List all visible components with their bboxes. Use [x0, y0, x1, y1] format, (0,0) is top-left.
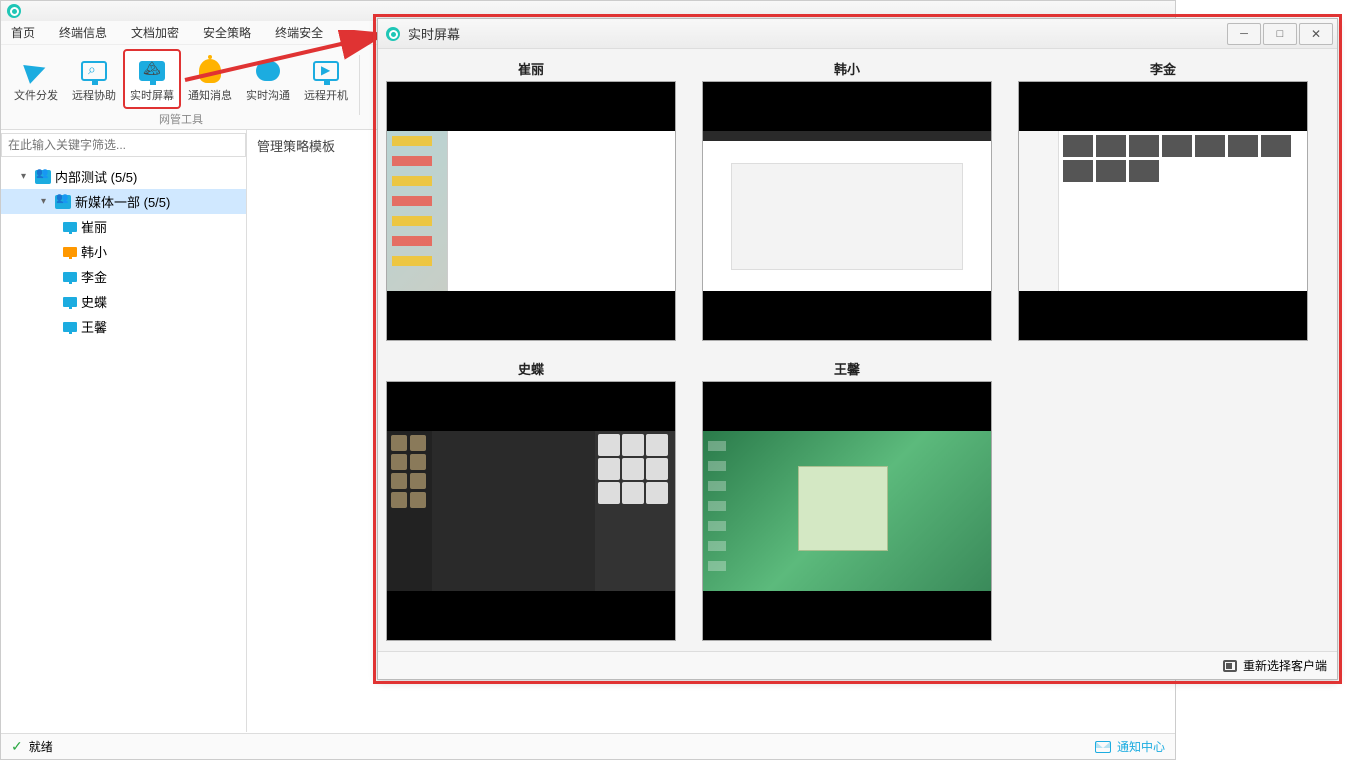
- tree-user-label: 李金: [81, 267, 107, 286]
- toolbar-notify[interactable]: 通知消息: [181, 49, 239, 109]
- pc-icon: [63, 272, 77, 282]
- screen-label: 王馨: [702, 359, 992, 378]
- pc-icon: [63, 222, 77, 232]
- close-button[interactable]: ✕: [1299, 23, 1333, 45]
- sidebar: ▾ 内部测试 (5/5) ▾ 新媒体一部 (5/5) 崔丽 韩小: [1, 130, 247, 732]
- toolbar-remote-assist[interactable]: 远程协助: [65, 49, 123, 109]
- app-logo-icon: [386, 27, 400, 41]
- tree-user-label: 史蝶: [81, 292, 107, 311]
- notification-center-button[interactable]: 通知中心: [1095, 738, 1165, 755]
- toolbar-group: 文件分发 远程协助 实时屏幕 通知消息 实时沟通: [7, 49, 355, 129]
- check-icon: ✓: [11, 738, 23, 755]
- realtime-screen-window: 实时屏幕 ─ □ ✕ 崔丽 韩小 李金: [377, 18, 1338, 680]
- popup-titlebar[interactable]: 实时屏幕 ─ □ ✕: [378, 19, 1337, 49]
- screen-cell-lijin[interactable]: 李金: [1018, 59, 1308, 341]
- toolbar-label-notify: 通知消息: [188, 87, 232, 103]
- screens-grid: 崔丽 韩小 李金 史蝶: [378, 49, 1337, 649]
- menu-security-policy[interactable]: 安全策略: [203, 24, 251, 41]
- app-logo-icon: [7, 4, 21, 18]
- menu-home[interactable]: 首页: [11, 24, 35, 41]
- chat-icon: [256, 61, 280, 81]
- toolbar-group-label: 网管工具: [7, 109, 355, 129]
- group-icon: [35, 170, 51, 184]
- tree-user-label: 王馨: [81, 317, 107, 336]
- filter-input[interactable]: [1, 133, 246, 157]
- toolbar-label-remote: 远程协助: [72, 87, 116, 103]
- toolbar-label-chat: 实时沟通: [246, 87, 290, 103]
- tree-user-label: 崔丽: [81, 217, 107, 236]
- menu-terminal-security[interactable]: 终端安全: [275, 24, 323, 41]
- toolbar-file-distribute[interactable]: 文件分发: [7, 49, 65, 109]
- tree: ▾ 内部测试 (5/5) ▾ 新媒体一部 (5/5) 崔丽 韩小: [1, 160, 246, 343]
- toolbar-label-power: 远程开机: [304, 87, 348, 103]
- tree-user-label: 韩小: [81, 242, 107, 261]
- toolbar-label-file: 文件分发: [14, 87, 58, 103]
- popup-footer: 重新选择客户端: [378, 651, 1337, 679]
- toolbar-realtime-screen[interactable]: 实时屏幕: [123, 49, 181, 109]
- chevron-down-icon[interactable]: ▾: [41, 196, 51, 207]
- pc-icon: [63, 297, 77, 307]
- pc-icon: [63, 322, 77, 332]
- plane-icon: [23, 58, 49, 84]
- group-icon: [55, 195, 71, 209]
- window-controls: ─ □ ✕: [1225, 23, 1333, 45]
- notification-label: 通知中心: [1117, 738, 1165, 755]
- screen-cell-shidie[interactable]: 史蝶: [386, 359, 676, 641]
- tree-root-label: 内部测试 (5/5): [55, 167, 137, 186]
- toolbar-chat[interactable]: 实时沟通: [239, 49, 297, 109]
- chevron-down-icon[interactable]: ▾: [21, 171, 31, 182]
- minimize-button[interactable]: ─: [1227, 23, 1261, 45]
- screen-label: 史蝶: [386, 359, 676, 378]
- mail-icon: [1095, 741, 1111, 753]
- popup-title: 实时屏幕: [408, 24, 460, 43]
- screen-thumbnail[interactable]: [386, 381, 676, 641]
- bell-icon: [199, 59, 221, 83]
- statusbar: ✓ 就绪 通知中心: [1, 733, 1175, 759]
- screen-thumbnail[interactable]: [1018, 81, 1308, 341]
- screen-label: 崔丽: [386, 59, 676, 78]
- screen-thumbnail[interactable]: [702, 381, 992, 641]
- tree-group-media[interactable]: ▾ 新媒体一部 (5/5): [1, 189, 246, 214]
- screen-cell-hanxiao[interactable]: 韩小: [702, 59, 992, 341]
- toolbar-label-screen: 实时屏幕: [130, 87, 174, 103]
- reselect-clients-button[interactable]: 重新选择客户端: [1243, 657, 1327, 674]
- screen-cell-wangxin[interactable]: 王馨: [702, 359, 992, 641]
- monitor-image-icon: [139, 61, 165, 81]
- screen-thumbnail[interactable]: [386, 81, 676, 341]
- status-text: 就绪: [29, 738, 53, 755]
- tree-user-cuili[interactable]: 崔丽: [1, 214, 246, 239]
- power-icon: [313, 61, 339, 81]
- tree-user-lijin[interactable]: 李金: [1, 264, 246, 289]
- screen-thumbnail[interactable]: [702, 81, 992, 341]
- toolbar-remote-power[interactable]: 远程开机: [297, 49, 355, 109]
- menu-terminal-info[interactable]: 终端信息: [59, 24, 107, 41]
- pc-locked-icon: [63, 247, 77, 257]
- toolbar-divider: [359, 55, 360, 115]
- screen-label: 李金: [1018, 59, 1308, 78]
- reselect-icon: [1223, 660, 1237, 672]
- screen-cell-cuili[interactable]: 崔丽: [386, 59, 676, 341]
- maximize-button[interactable]: □: [1263, 23, 1297, 45]
- tree-user-wangxin[interactable]: 王馨: [1, 314, 246, 339]
- tree-user-shidie[interactable]: 史蝶: [1, 289, 246, 314]
- screen-label: 韩小: [702, 59, 992, 78]
- tree-user-hanxiao[interactable]: 韩小: [1, 239, 246, 264]
- tree-root[interactable]: ▾ 内部测试 (5/5): [1, 164, 246, 189]
- menu-doc-encrypt[interactable]: 文档加密: [131, 24, 179, 41]
- tree-group-label: 新媒体一部 (5/5): [75, 192, 170, 211]
- monitor-search-icon: [81, 61, 107, 81]
